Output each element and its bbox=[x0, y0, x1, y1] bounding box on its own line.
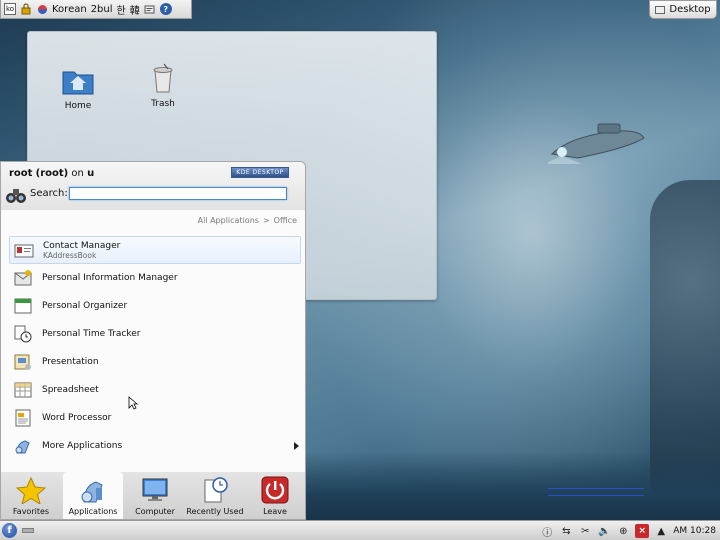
input-method-name[interactable]: Korean bbox=[52, 4, 87, 15]
tab-label: Favorites bbox=[12, 507, 50, 516]
wallpaper-credit bbox=[548, 486, 644, 496]
applications-icon bbox=[15, 440, 30, 454]
taskbar: f ⓘ ⇆ ✂ 🔈 ⊕ × ▲ AM 10:28 bbox=[0, 520, 720, 540]
applications-icon bbox=[81, 481, 103, 503]
search-input[interactable] bbox=[69, 187, 287, 200]
list-item-label: More Applications bbox=[42, 441, 123, 451]
tab-computer[interactable]: Computer bbox=[125, 472, 185, 519]
list-item-personal-time-tracker[interactable]: Personal Time Tracker bbox=[9, 320, 301, 348]
settings-icon[interactable] bbox=[144, 3, 156, 15]
list-item-word-processor[interactable]: Word Processor bbox=[9, 404, 301, 432]
tab-applications[interactable]: Applications bbox=[63, 472, 123, 519]
network-manager-icon[interactable]: ⊕ bbox=[616, 524, 630, 538]
info-icon[interactable]: ⓘ bbox=[540, 524, 554, 539]
tab-leave[interactable]: Leave bbox=[245, 472, 305, 519]
desktop-icon-trash[interactable]: Trash bbox=[138, 62, 188, 109]
help-icon[interactable]: ? bbox=[159, 3, 172, 15]
list-item-more-applications[interactable]: More Applications bbox=[9, 432, 301, 460]
power-icon bbox=[261, 476, 289, 504]
hanja-glyph[interactable]: 韓 bbox=[130, 2, 140, 17]
network-icon[interactable]: ⇆ bbox=[559, 524, 573, 538]
kickoff-tab-bar: Favorites Applications Computer Recently… bbox=[1, 472, 305, 519]
tab-label: Recently Used bbox=[186, 507, 244, 516]
desktop-button-label: Desktop bbox=[669, 4, 711, 15]
spreadsheet-icon bbox=[14, 382, 32, 398]
list-item-label: Contact Manager bbox=[43, 240, 121, 251]
hangul-mode-icon[interactable] bbox=[36, 3, 48, 15]
home-folder-icon bbox=[62, 71, 94, 95]
tab-label: Leave bbox=[263, 507, 287, 516]
breadcrumb-root[interactable]: All Applications bbox=[198, 216, 259, 225]
desktop-button[interactable]: Desktop bbox=[649, 0, 717, 19]
lock-icon[interactable] bbox=[20, 3, 32, 15]
application-list: Contact Manager KAddressBook Personal In… bbox=[9, 236, 301, 460]
user-info: root (root) on u bbox=[9, 168, 94, 179]
kickoff-header: root (root) on u KDE DESKTOP Search: bbox=[1, 162, 305, 210]
list-item-spreadsheet[interactable]: Spreadsheet bbox=[9, 376, 301, 404]
wallpaper-seabed bbox=[300, 452, 720, 522]
monitor-icon bbox=[142, 478, 168, 501]
list-item-label: Personal Time Tracker bbox=[42, 329, 141, 339]
close-icon[interactable]: × bbox=[635, 524, 650, 538]
tab-recently-used[interactable]: Recently Used bbox=[185, 472, 245, 519]
document-clock-icon bbox=[204, 477, 228, 503]
volume-icon[interactable]: 🔈 bbox=[597, 524, 611, 538]
user-host: u bbox=[87, 168, 95, 179]
submarine-image bbox=[548, 123, 645, 164]
calendar-icon bbox=[14, 298, 32, 314]
user-login: (root) bbox=[35, 168, 69, 179]
kickoff-menu: root (root) on u KDE DESKTOP Search: All… bbox=[0, 161, 306, 520]
submenu-arrow-icon bbox=[294, 442, 299, 450]
desktop-icon-home[interactable]: Home bbox=[53, 64, 103, 111]
search-label: Search: bbox=[30, 188, 68, 199]
binoculars-icon bbox=[6, 189, 26, 203]
hangul-glyph[interactable]: 한 bbox=[117, 2, 126, 17]
list-item-contact-manager[interactable]: Contact Manager KAddressBook bbox=[9, 236, 301, 264]
address-book-icon bbox=[14, 244, 34, 258]
breadcrumb-current[interactable]: Office bbox=[274, 216, 297, 225]
list-item-label: Word Processor bbox=[42, 413, 112, 423]
user-name: root bbox=[9, 168, 33, 179]
kickoff-content: All Applications > Office Contact Manage… bbox=[1, 210, 305, 472]
application-launcher-button[interactable]: f bbox=[2, 523, 17, 538]
list-item-label: Presentation bbox=[42, 357, 99, 367]
presentation-icon bbox=[14, 354, 31, 370]
word-processor-icon bbox=[15, 409, 31, 427]
tab-label: Computer bbox=[135, 507, 175, 516]
list-item-personal-information-manager[interactable]: Personal Information Manager bbox=[9, 264, 301, 292]
kontact-icon bbox=[14, 270, 32, 286]
list-item-presentation[interactable]: Presentation bbox=[9, 348, 301, 376]
kde-desktop-badge: KDE DESKTOP bbox=[231, 167, 289, 178]
clock[interactable]: AM 10:28 bbox=[673, 526, 716, 536]
desktop-icon-label: Home bbox=[64, 101, 92, 111]
desktop-icon-label: Trash bbox=[151, 99, 175, 109]
keyboard-layout[interactable]: 2bul bbox=[91, 4, 113, 15]
user-on-label: on bbox=[71, 168, 84, 179]
list-item-label: Spreadsheet bbox=[42, 385, 99, 395]
clock-tracker-icon bbox=[14, 325, 32, 343]
list-item-label: Personal Information Manager bbox=[42, 273, 178, 283]
tab-favorites[interactable]: Favorites bbox=[1, 472, 61, 519]
breadcrumb: All Applications > Office bbox=[198, 216, 297, 225]
keyboard-toggle-icon[interactable]: ko bbox=[4, 3, 16, 15]
system-tray: ⓘ ⇆ ✂ 🔈 ⊕ × ▲ AM 10:28 bbox=[540, 523, 716, 539]
mouse-cursor-icon bbox=[128, 396, 138, 410]
list-item-personal-organizer[interactable]: Personal Organizer bbox=[9, 292, 301, 320]
scissors-icon[interactable]: ✂ bbox=[578, 524, 592, 538]
desktop-pager[interactable] bbox=[22, 528, 34, 533]
list-item-sublabel: KAddressBook bbox=[43, 250, 97, 260]
input-method-bar: ko Korean 2bul 한 韓 ? bbox=[0, 0, 192, 19]
trash-icon bbox=[153, 63, 173, 93]
list-item-label: Personal Organizer bbox=[42, 301, 128, 311]
breadcrumb-separator: > bbox=[262, 216, 270, 225]
star-icon bbox=[15, 476, 47, 506]
tray-expand-icon[interactable]: ▲ bbox=[654, 524, 668, 538]
desktop-icon bbox=[655, 5, 666, 14]
tab-label: Applications bbox=[68, 507, 118, 516]
